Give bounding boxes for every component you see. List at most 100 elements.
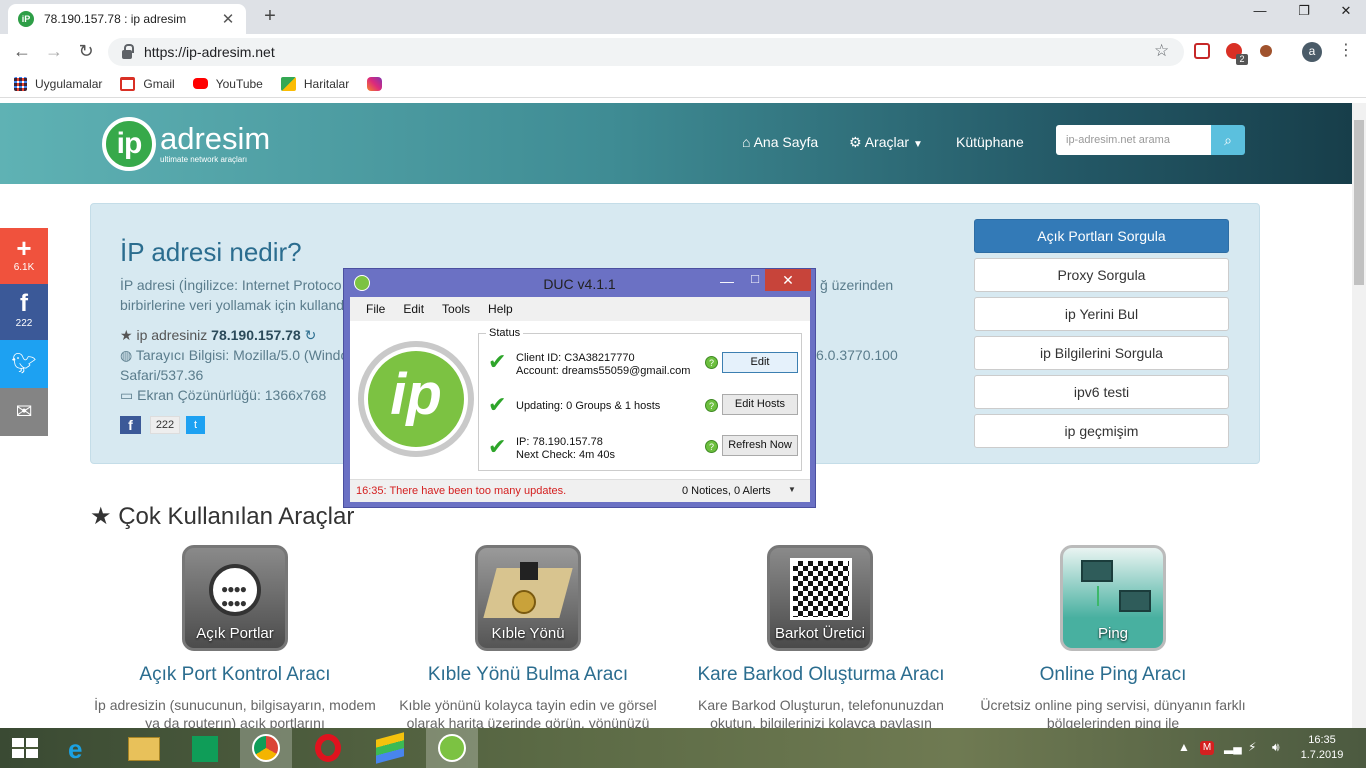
forward-icon[interactable]: →	[42, 41, 66, 62]
browser-menu-icon[interactable]: ⋮	[1338, 40, 1354, 60]
duc-minimize-icon[interactable]: —	[712, 273, 742, 289]
antivirus-tray-icon[interactable]: M	[1200, 741, 1214, 755]
minimize-window-icon[interactable]: —	[1240, 0, 1280, 24]
tab-title: 78.190.157.78 : ip adresim	[44, 12, 187, 26]
search-button[interactable]: ⌕	[1211, 125, 1245, 155]
tool-qibla-icon[interactable]: Kıble Yönü	[475, 545, 581, 651]
screen-resolution-line: ▭ Ekran Çözünürlüğü: 1366x768	[120, 387, 327, 403]
taskbar-opera[interactable]	[302, 728, 354, 768]
youtube-icon	[192, 78, 208, 89]
nav-home[interactable]: ⌂ Ana Sayfa	[742, 134, 818, 150]
tool-title-qibla[interactable]: Kıble Yönü Bulma Aracı	[383, 664, 673, 686]
tool-desc-qibla: Kıble yönünü kolayca tayin edin ve görse…	[399, 697, 657, 728]
share-plus-button[interactable]: + 6.1K	[0, 228, 48, 284]
tool-title-open-ports[interactable]: Açık Port Kontrol Aracı	[90, 664, 380, 686]
monitor-icon: ▭	[120, 387, 134, 403]
duc-client-id: Client ID: C3A38217770	[516, 352, 635, 364]
duc-status-message: 16:35: There have been too many updates.	[356, 485, 567, 497]
tool-qr-icon[interactable]: Barkot Üretici	[767, 545, 873, 651]
bookmark-star-icon[interactable]: ☆	[1154, 41, 1169, 61]
check-icon: ✔	[488, 349, 507, 374]
duc-close-button[interactable]: ✕	[765, 269, 811, 291]
bookmark-apps[interactable]: Uygulamalar	[14, 76, 102, 91]
duc-status-label: Status	[486, 327, 524, 339]
duc-menu-edit[interactable]: Edit	[403, 302, 424, 316]
profile-avatar[interactable]: a	[1302, 42, 1322, 62]
ipv6-test-button[interactable]: ipv6 testi	[974, 375, 1229, 409]
duc-menu-file[interactable]: File	[366, 302, 385, 316]
new-tab-icon[interactable]: +	[258, 5, 282, 28]
nav-tools[interactable]: ⚙ Araçlar ▼	[849, 134, 923, 151]
logo-tagline: ultimate network araçları	[160, 155, 248, 164]
browser-tab[interactable]: iP 78.190.157.78 : ip adresim ✕	[8, 4, 246, 34]
back-icon[interactable]: ←	[10, 41, 34, 62]
ip-location-button[interactable]: ip Yerini Bul	[974, 297, 1229, 331]
taskbar-store[interactable]	[178, 728, 230, 768]
scrollbar-thumb[interactable]	[1354, 120, 1364, 285]
tool-ping-icon[interactable]: Ping	[1060, 545, 1166, 651]
logo-word: adresim	[160, 121, 271, 156]
volume-icon[interactable]: 🔊︎	[1272, 740, 1280, 755]
twitter-sidebar-button[interactable]: 🐦︎	[0, 340, 48, 388]
show-hidden-icons[interactable]: ▲	[1178, 740, 1190, 754]
reload-icon[interactable]: ↻	[74, 41, 98, 62]
taskbar-duc[interactable]	[426, 728, 478, 768]
notices-dropdown-icon[interactable]: ▼	[788, 485, 796, 494]
info-desc-line2: birbirlerine veri yollamak için kulland	[120, 297, 345, 313]
tool-title-qr[interactable]: Kare Barkod Oluşturma Aracı	[676, 664, 966, 686]
status-ok-icon: ?	[705, 356, 718, 369]
site-search-input[interactable]: ip-adresim.net arama	[1056, 125, 1211, 155]
tool-open-ports-icon[interactable]: ●●●● ●●●● Açık Portlar	[182, 545, 288, 651]
bookmark-gmail[interactable]: Gmail	[120, 76, 175, 91]
opera-icon	[315, 734, 341, 762]
duc-menu-help[interactable]: Help	[488, 302, 513, 316]
nav-library[interactable]: Kütüphane	[956, 134, 1024, 150]
taskbar-explorer[interactable]	[118, 728, 170, 768]
gears-icon: ⚙	[849, 134, 862, 150]
taskbar-ie[interactable]: e	[56, 728, 108, 768]
ip-info-button[interactable]: ip Bilgilerini Sorgula	[974, 336, 1229, 370]
bookmark-youtube[interactable]: YouTube	[192, 77, 263, 91]
duc-refresh-button[interactable]: Refresh Now	[722, 435, 798, 456]
check-icon: ✔	[488, 392, 507, 417]
taskbar-chrome[interactable]	[240, 728, 292, 768]
facebook-sidebar-button[interactable]: f 222	[0, 284, 48, 340]
start-button[interactable]	[0, 728, 52, 768]
clock-time: 16:35	[1308, 734, 1336, 746]
tab-close-icon[interactable]: ✕	[220, 10, 236, 28]
bookmarks-bar: Uygulamalar Gmail YouTube Haritalar	[0, 70, 1366, 98]
check-icon: ✔	[488, 434, 507, 459]
twitter-share-icon[interactable]: t	[186, 416, 205, 434]
caret-down-icon: ▼	[912, 139, 923, 150]
taskbar-bluestacks[interactable]	[364, 728, 416, 768]
star-icon: ★	[90, 503, 112, 530]
open-ports-button[interactable]: Açık Portları Sorgula	[974, 219, 1229, 253]
tool-title-ping[interactable]: Online Ping Aracı	[968, 664, 1258, 686]
duc-menu-tools[interactable]: Tools	[442, 302, 470, 316]
pocket-extension-icon[interactable]	[1194, 43, 1210, 59]
duc-edit-hosts-button[interactable]: Edit Hosts	[722, 394, 798, 415]
duc-titlebar[interactable]: DUC v4.1.1 — □ ✕	[344, 269, 815, 297]
network-icon[interactable]: ⚡	[1248, 740, 1256, 754]
email-sidebar-button[interactable]: ✉	[0, 388, 48, 436]
bookmark-maps[interactable]: Haritalar	[280, 76, 349, 91]
restore-window-icon[interactable]: ❐	[1284, 0, 1324, 24]
refresh-ip-icon[interactable]: ↻	[305, 327, 317, 343]
signal-icon[interactable]: ▂▄	[1224, 740, 1242, 754]
facebook-share-icon[interactable]: f	[120, 416, 141, 434]
duc-notices[interactable]: 0 Notices, 0 Alerts	[682, 485, 771, 497]
close-window-icon[interactable]: ✕	[1326, 0, 1366, 24]
cookie-extension-icon[interactable]	[1260, 45, 1272, 57]
tool-desc-ping: Ücretsiz online ping servisi, dünyanın f…	[980, 697, 1246, 728]
duc-edit-button[interactable]: Edit	[722, 352, 798, 373]
proxy-check-button[interactable]: Proxy Sorgula	[974, 258, 1229, 292]
chrome-icon	[252, 734, 280, 762]
bookmark-instagram[interactable]	[367, 76, 390, 91]
duc-account: Account: dreams55059@gmail.com	[516, 365, 691, 377]
duc-dialog: DUC v4.1.1 — □ ✕ File Edit Tools Help ip…	[343, 268, 816, 508]
lock-icon	[122, 43, 134, 59]
ip-history-button[interactable]: ip geçmişim	[974, 414, 1229, 448]
taskbar-clock[interactable]: 16:35 1.7.2019	[1296, 733, 1348, 763]
address-bar[interactable]: https://ip-adresim.net	[108, 38, 1184, 66]
site-logo[interactable]: ip adresim ultimate network araçları	[102, 117, 270, 171]
